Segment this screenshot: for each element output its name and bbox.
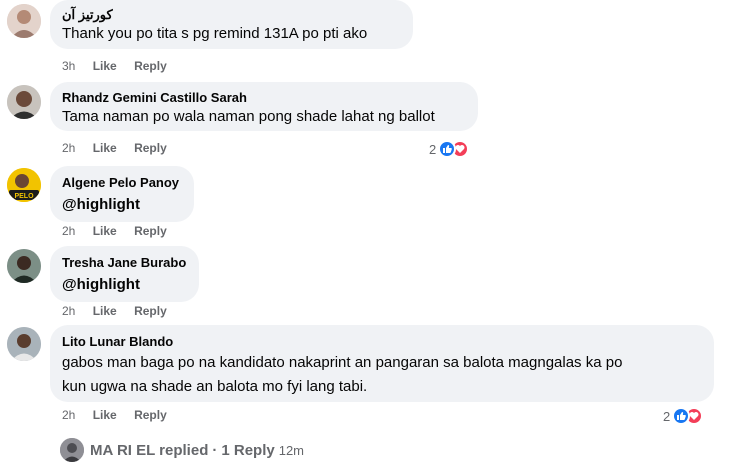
avatar[interactable] bbox=[7, 249, 41, 283]
comment-bubble: كورتيز آن Thank you po tita s pg remind … bbox=[50, 0, 413, 49]
comment-author[interactable]: كورتيز آن bbox=[62, 6, 401, 23]
comment-time[interactable]: 2h bbox=[62, 224, 75, 238]
like-button[interactable]: Like bbox=[93, 408, 117, 422]
comment-text-line-1: gabos man baga po na kandidato nakaprint… bbox=[62, 354, 623, 371]
svg-text:PELO: PELO bbox=[14, 193, 34, 200]
reaction-summary[interactable]: 2 bbox=[429, 139, 470, 159]
comment-text: Thank you po tita s pg remind 131A po pt… bbox=[62, 25, 368, 42]
avatar[interactable] bbox=[7, 4, 41, 38]
reply-button[interactable]: Reply bbox=[134, 224, 167, 238]
avatar-photo-icon bbox=[7, 85, 41, 119]
comment-bubble: Lito Lunar Blando gabos man baga po na k… bbox=[50, 325, 714, 402]
replied-by: MA RI EL replied bbox=[90, 441, 209, 459]
reaction-summary[interactable]: 2 bbox=[663, 406, 704, 426]
comment-actions: 2h Like Reply bbox=[62, 141, 181, 155]
reply-button[interactable]: Reply bbox=[134, 141, 167, 155]
reply-count: 1 Reply bbox=[221, 441, 275, 459]
comment-bubble: Algene Pelo Panoy @highlight bbox=[50, 166, 194, 222]
avatar[interactable] bbox=[7, 327, 41, 361]
avatar-photo-icon bbox=[7, 327, 41, 361]
comment-actions: 2h Like Reply bbox=[62, 304, 181, 318]
comment-time[interactable]: 2h bbox=[62, 408, 75, 422]
comment-text-line-2: kun ugwa na shade an balota mo fyi lang … bbox=[62, 378, 368, 395]
separator-dot: · bbox=[212, 441, 218, 459]
comment-author[interactable]: Tresha Jane Burabo bbox=[62, 254, 187, 271]
comment-text: Tama naman po wala naman pong shade laha… bbox=[62, 108, 435, 125]
reply-button[interactable]: Reply bbox=[134, 59, 167, 73]
like-button[interactable]: Like bbox=[93, 59, 117, 73]
comment-time[interactable]: 2h bbox=[62, 141, 75, 155]
comment-author[interactable]: Lito Lunar Blando bbox=[62, 333, 702, 350]
like-button[interactable]: Like bbox=[93, 304, 117, 318]
avatar-photo-icon bbox=[7, 249, 41, 283]
comment-bubble: Rhandz Gemini Castillo Sarah Tama naman … bbox=[50, 82, 478, 131]
comment-actions: 2h Like Reply bbox=[62, 224, 181, 238]
comment-actions: 3h Like Reply bbox=[62, 59, 181, 73]
comment-author[interactable]: Rhandz Gemini Castillo Sarah bbox=[62, 89, 466, 106]
reply-button[interactable]: Reply bbox=[134, 408, 167, 422]
like-button[interactable]: Like bbox=[93, 141, 117, 155]
avatar-photo-icon: PELO bbox=[7, 168, 41, 202]
reply-button[interactable]: Reply bbox=[134, 304, 167, 318]
comment-time[interactable]: 2h bbox=[62, 304, 75, 318]
reply-time: 12m bbox=[278, 442, 305, 458]
avatar[interactable] bbox=[7, 85, 41, 119]
avatar-photo-icon bbox=[60, 438, 84, 462]
comment-bubble: Tresha Jane Burabo @highlight bbox=[50, 246, 199, 302]
mention-link[interactable]: @highlight bbox=[62, 194, 182, 215]
comment-time[interactable]: 3h bbox=[62, 59, 75, 73]
mention-link[interactable]: @highlight bbox=[62, 274, 187, 295]
comment-actions: 2h Like Reply bbox=[62, 408, 181, 422]
reaction-count: 2 bbox=[429, 141, 437, 157]
reply-avatar bbox=[60, 438, 84, 462]
comment-author[interactable]: Algene Pelo Panoy bbox=[62, 174, 182, 191]
reaction-count: 2 bbox=[663, 408, 671, 424]
avatar[interactable]: PELO bbox=[7, 168, 41, 202]
view-replies-link[interactable]: MA RI EL replied · 1 Reply 12m bbox=[60, 438, 304, 462]
avatar-photo-icon bbox=[7, 4, 41, 38]
like-button[interactable]: Like bbox=[93, 224, 117, 238]
